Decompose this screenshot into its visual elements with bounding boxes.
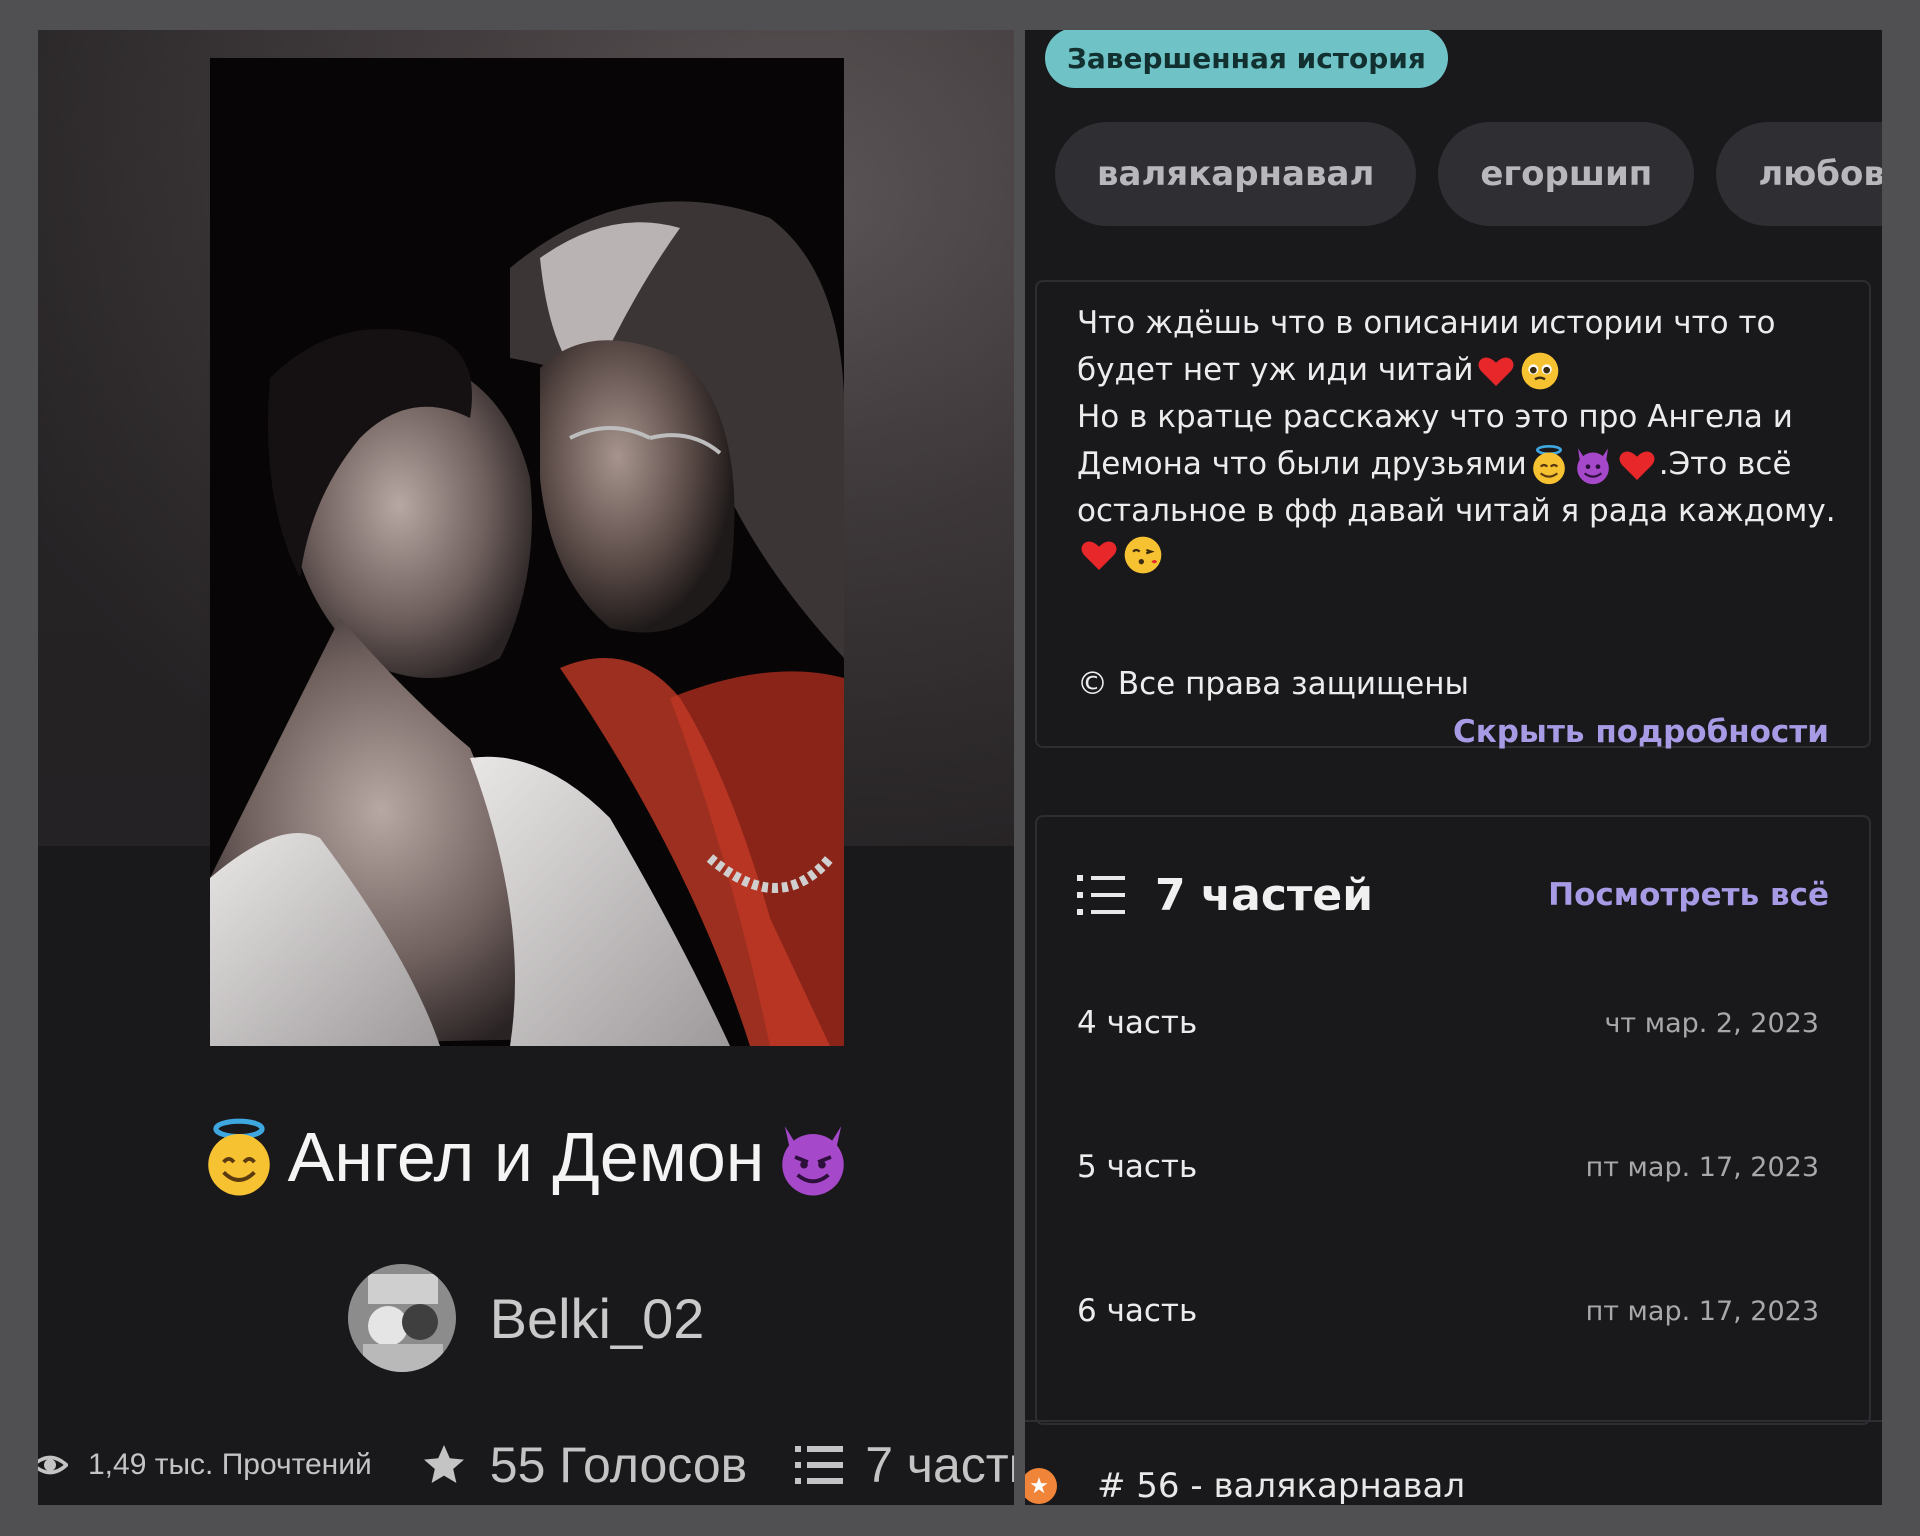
reads-count: 1,49 тыс. Прочтений — [88, 1448, 372, 1481]
tag-chip[interactable]: валякарнавал — [1055, 122, 1417, 226]
eye-icon — [38, 1455, 68, 1475]
see-all-link[interactable]: Посмотреть всё — [1548, 877, 1829, 913]
heart-emoji-icon — [1081, 541, 1117, 570]
description-line — [1077, 535, 1847, 575]
table-of-contents-icon — [1077, 875, 1125, 915]
story-title-text: Ангел и Демон — [287, 1118, 765, 1196]
completed-status-badge: Завершенная история — [1045, 30, 1448, 88]
ranking-star-icon: ★ — [1025, 1468, 1057, 1504]
description-line: Что ждёшь что в описании истории что то — [1077, 305, 1776, 341]
parts-header: 7 частей Посмотреть всё — [1077, 865, 1829, 925]
author-row[interactable]: Belki_02 — [38, 1258, 1014, 1378]
devil-emoji-icon — [1576, 447, 1609, 484]
story-cover-image[interactable] — [210, 58, 844, 1046]
angel-emoji-icon — [207, 1118, 270, 1196]
cover-illustration — [210, 58, 844, 1046]
angel-emoji-icon — [1532, 444, 1565, 484]
description-line: Но в кратце расскажу что это про Ангела … — [1077, 399, 1793, 435]
part-title: 5 часть — [1077, 1149, 1198, 1185]
author-avatar[interactable] — [347, 1264, 456, 1372]
story-details-panel: Завершенная история валякарнавал егоршип… — [1025, 30, 1882, 1505]
devil-emoji-icon — [782, 1126, 845, 1196]
kissing-face-emoji-icon — [1124, 536, 1162, 574]
part-date: пт мар. 17, 2023 — [1585, 1295, 1819, 1327]
reads-stat: 1,49 тыс. Прочтений — [38, 1447, 372, 1483]
story-title: Ангел и Демон — [38, 1112, 1014, 1202]
star-icon — [423, 1445, 464, 1483]
part-date: чт мар. 2, 2023 — [1604, 1007, 1819, 1039]
description-line: Демона что были друзьями .Это всё — [1077, 441, 1847, 488]
parts-stat: 7 части — [795, 1436, 1014, 1494]
part-list-item[interactable]: 4 часть чт мар. 2, 2023 — [1077, 993, 1819, 1053]
description-line: остальное в фф давай читай я рада каждом… — [1077, 493, 1836, 529]
copyright-notice: © Все права защищены — [1077, 666, 1469, 702]
section-divider — [1025, 1420, 1882, 1422]
parts-count-stat: 7 части — [865, 1437, 1014, 1493]
hide-details-link[interactable]: Скрыть подробности — [1453, 714, 1829, 750]
ranking-row[interactable]: ★ # 56 - валякарнавал — [1025, 1466, 1465, 1505]
part-list-item[interactable]: 5 часть пт мар. 17, 2023 — [1077, 1137, 1819, 1197]
part-title: 4 часть — [1077, 1005, 1198, 1041]
tag-chip[interactable]: егоршип — [1438, 122, 1695, 226]
votes-stat: 55 Голосов — [420, 1436, 747, 1494]
parts-count: 7 частей — [1155, 869, 1374, 921]
author-name[interactable]: Belki_02 — [490, 1286, 705, 1351]
part-date: пт мар. 17, 2023 — [1585, 1151, 1819, 1183]
part-title: 6 часть — [1077, 1293, 1198, 1329]
story-overview-panel: Ангел и Демон Belki_02 1,49 тыс. Прочтен… — [38, 30, 1014, 1505]
votes-count: 55 Голосов — [489, 1437, 748, 1493]
part-list-item[interactable]: 6 часть пт мар. 17, 2023 — [1077, 1281, 1819, 1341]
avatar-image — [347, 1264, 456, 1372]
story-stats: 1,49 тыс. Прочтений 55 Голосов 7 части — [38, 1430, 1014, 1500]
description-text: Что ждёшь что в описании истории что то … — [1077, 300, 1847, 575]
parts-card: 7 частей Посмотреть всё 4 часть чт мар. … — [1035, 815, 1871, 1425]
heart-emoji-icon — [1619, 450, 1655, 480]
pleading-face-emoji-icon — [1521, 352, 1558, 389]
heart-emoji-icon — [1478, 356, 1514, 386]
tag-list: валякарнавал егоршип любовь — [1055, 122, 1882, 226]
list-icon — [795, 1446, 844, 1484]
description-card: Что ждёшь что в описании истории что то … — [1035, 280, 1871, 750]
description-line: будет нет уж иди читай — [1077, 347, 1847, 394]
tag-chip[interactable]: любовь — [1716, 122, 1882, 226]
ranking-label: # 56 - валякарнавал — [1097, 1466, 1466, 1505]
